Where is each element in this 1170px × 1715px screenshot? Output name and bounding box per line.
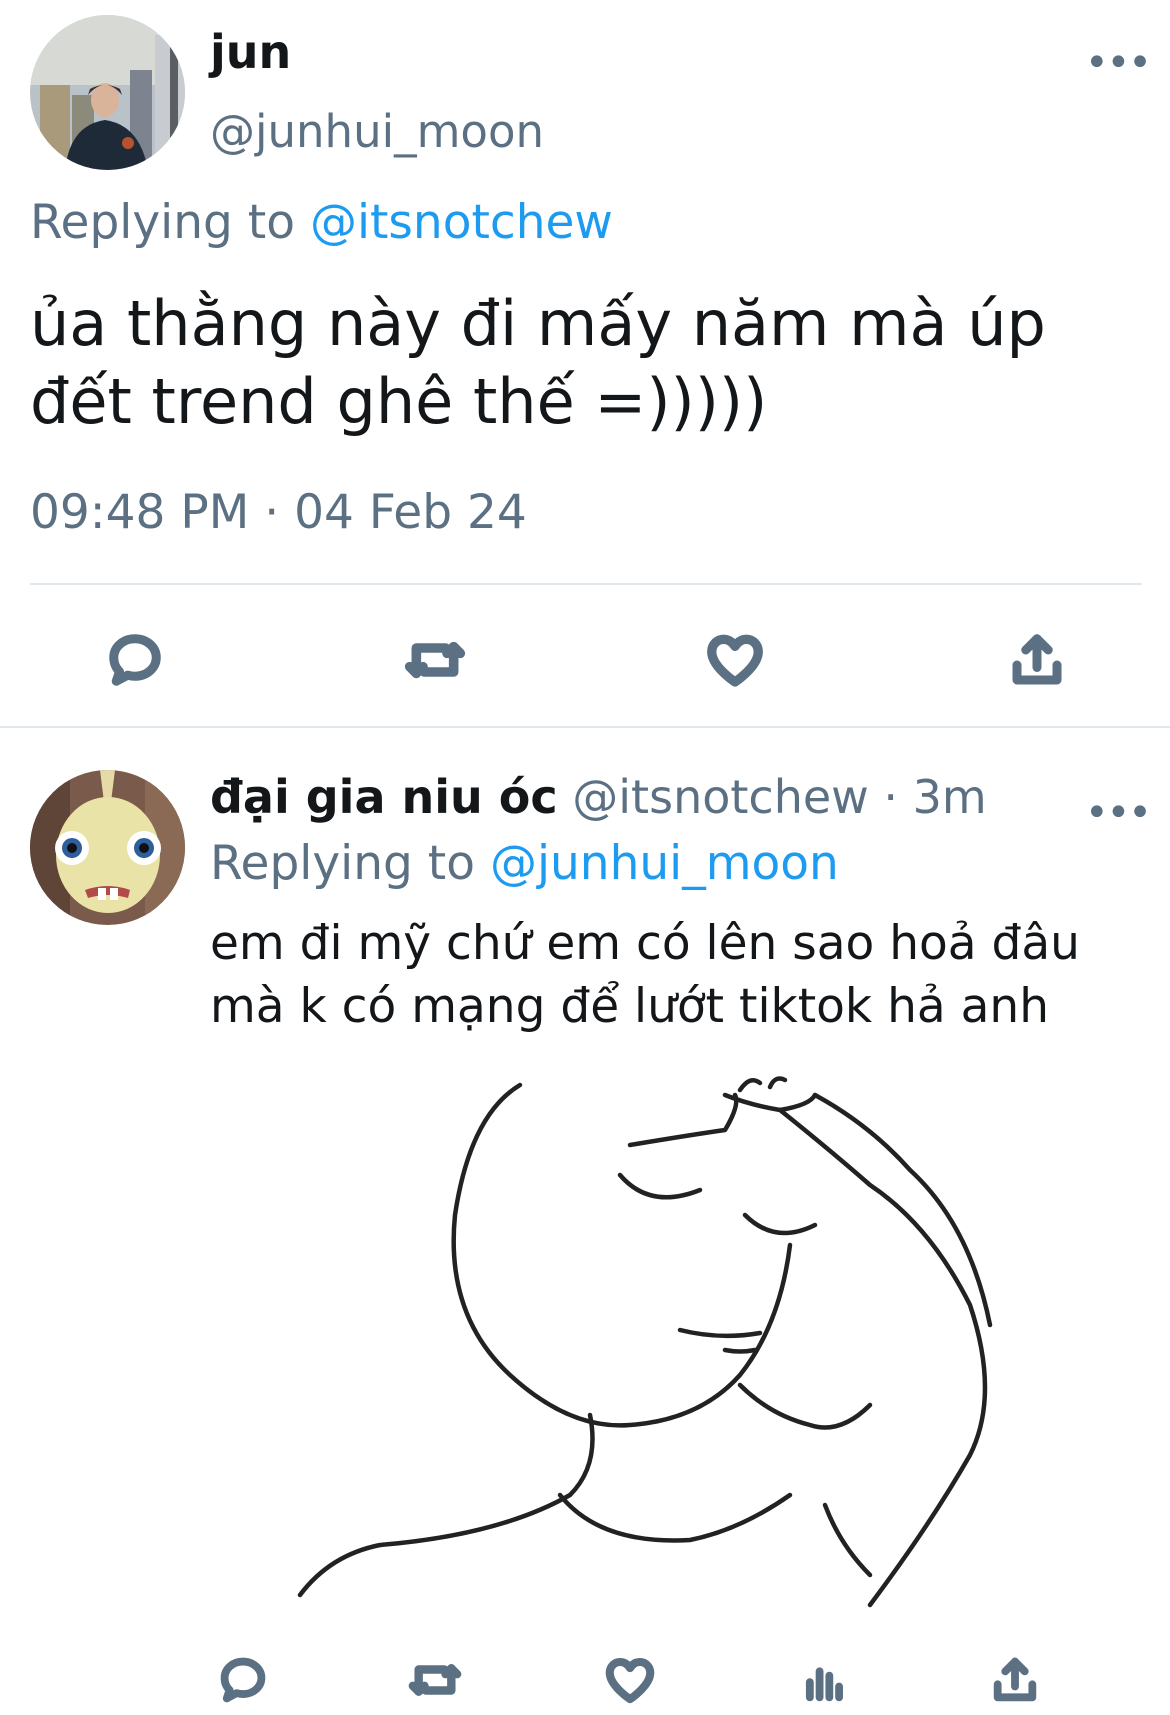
more-horizontal-icon[interactable]: ••• <box>1085 790 1152 836</box>
replying-to-line: Replying to @itsnotchew <box>30 195 613 250</box>
reply-icon[interactable] <box>213 1650 273 1710</box>
reply-icon[interactable] <box>100 625 170 695</box>
analytics-icon[interactable] <box>795 1650 855 1710</box>
retweet-icon[interactable] <box>405 1650 465 1710</box>
replying-prefix: Replying to <box>30 195 295 250</box>
like-icon[interactable] <box>600 1650 660 1710</box>
user-handle[interactable]: @itsnotchew <box>572 770 868 824</box>
mention-link[interactable]: @junhui_moon <box>490 836 839 891</box>
replying-to-line: Replying to @junhui_moon <box>210 836 839 891</box>
like-icon[interactable] <box>700 625 770 695</box>
reply-header: đại gia niu óc @itsnotchew · 3m <box>210 770 987 824</box>
tweet-text: em đi mỹ chứ em có lên sao hoả đâu mà k … <box>210 916 1080 1034</box>
replying-prefix: Replying to <box>210 836 475 891</box>
share-icon[interactable] <box>1002 625 1072 695</box>
retweet-icon[interactable] <box>400 625 470 695</box>
display-name[interactable]: đại gia niu óc <box>210 770 558 824</box>
time-ago[interactable]: 3m <box>913 770 987 824</box>
divider <box>30 583 1142 585</box>
main-avatar[interactable] <box>30 15 185 170</box>
divider <box>0 726 1170 728</box>
tweet-text: ủa thằng này đi mấy năm mà úp đết trend … <box>30 287 1046 438</box>
display-name[interactable]: jun <box>210 25 291 79</box>
more-horizontal-icon[interactable]: ••• <box>1085 40 1152 86</box>
user-handle[interactable]: @junhui_moon <box>210 105 544 158</box>
share-icon[interactable] <box>985 1650 1045 1710</box>
reply-avatar[interactable] <box>30 770 185 925</box>
tweet-timestamp[interactable]: 09:48 PM · 04 Feb 24 <box>30 485 527 540</box>
tweet-media-image[interactable] <box>270 1075 1080 1615</box>
mention-link[interactable]: @itsnotchew <box>310 195 613 250</box>
separator: · <box>883 770 899 824</box>
